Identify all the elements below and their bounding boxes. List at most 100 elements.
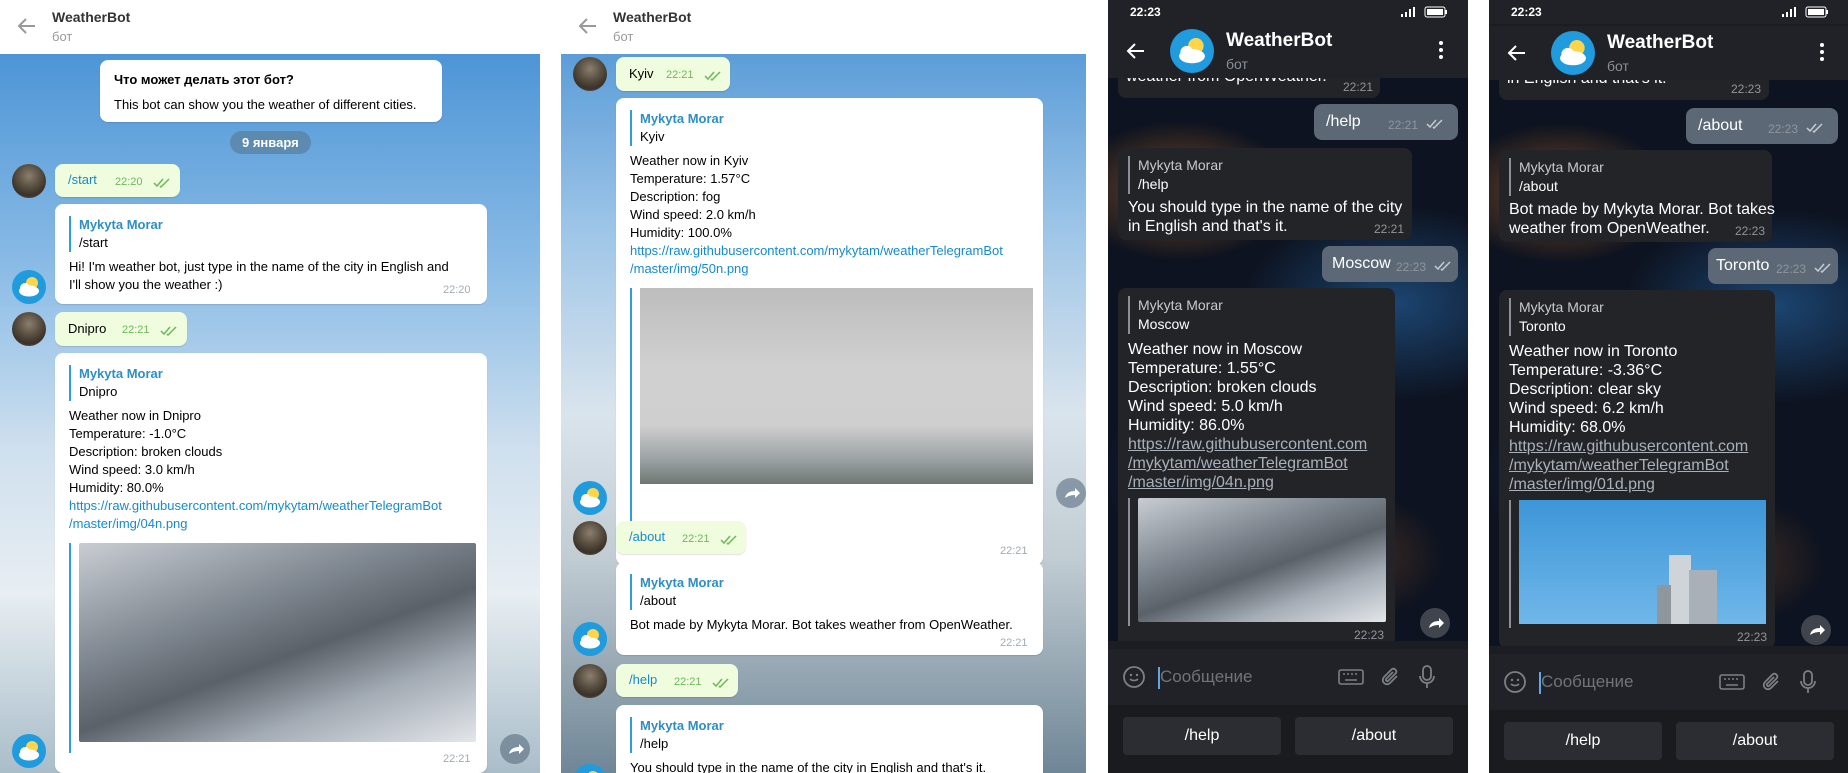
reply-author: Mykyta Morar xyxy=(1519,159,1604,175)
mobile-chat-panel-3: 22:23 WeatherBot бот weather from OpenWe… xyxy=(1108,0,1468,773)
weather-line: Wind speed: 6.2 km/h xyxy=(1509,400,1664,417)
image-link[interactable]: https://raw.githubusercontent.com xyxy=(1128,435,1367,454)
keyboard-button-about[interactable]: /about xyxy=(1676,722,1834,760)
weather-cloud-icon xyxy=(580,629,600,649)
bot-avatar[interactable] xyxy=(573,622,607,656)
microphone-icon[interactable] xyxy=(1799,669,1817,695)
attach-icon[interactable] xyxy=(1761,670,1783,694)
user-avatar[interactable] xyxy=(12,164,46,198)
image-link[interactable]: /mykytam/weatherTelegramBot xyxy=(1509,456,1748,475)
back-arrow-icon[interactable] xyxy=(576,14,600,38)
chat-title[interactable]: WeatherBot xyxy=(1607,32,1713,54)
attach-icon[interactable] xyxy=(1380,665,1402,689)
reply-author: Mykyta Morar xyxy=(1138,157,1223,173)
cloud-photo[interactable] xyxy=(79,543,476,742)
forward-button[interactable] xyxy=(500,734,530,764)
keyboard-button-help[interactable]: /help xyxy=(1504,722,1662,760)
weather-line: Temperature: 1.57°C xyxy=(630,171,751,186)
bot-avatar[interactable] xyxy=(1551,31,1595,75)
bot-message-fragment: in English and that's it. 22:23 xyxy=(1499,80,1769,100)
user-avatar[interactable] xyxy=(573,521,607,555)
image-link[interactable]: https://raw.githubusercontent.com/mykyta… xyxy=(630,242,1003,260)
message-text[interactable]: /about xyxy=(629,529,665,544)
keyboard-icon[interactable] xyxy=(1338,667,1364,687)
emoji-icon[interactable] xyxy=(1122,665,1146,689)
bot-avatar[interactable] xyxy=(1170,29,1214,73)
share-arrow-icon xyxy=(1429,618,1444,628)
back-arrow-icon[interactable] xyxy=(15,14,39,38)
image-link[interactable]: https://raw.githubusercontent.com xyxy=(1509,437,1748,456)
message-input[interactable]: Сообщение xyxy=(1541,672,1634,692)
reply-quote[interactable]: Mykyta Morar /help xyxy=(1128,156,1223,194)
cloud-photo[interactable] xyxy=(1138,498,1386,622)
reply-author: Mykyta Morar xyxy=(640,111,724,126)
bot-message-fragment: weather from OpenWeather. 22:21 xyxy=(1118,78,1380,98)
forward-button[interactable] xyxy=(1056,478,1086,508)
weather-line: Weather now in Dnipro xyxy=(69,408,201,423)
reply-quoted-text: Toronto xyxy=(1519,318,1566,334)
message-line: weather from OpenWeather. xyxy=(1126,78,1327,86)
image-link[interactable]: /master/img/50n.png xyxy=(630,260,1003,278)
image-link[interactable]: /mykytam/weatherTelegramBot xyxy=(1128,454,1367,473)
more-menu-icon[interactable] xyxy=(1819,41,1825,63)
read-checkmarks-icon xyxy=(153,178,170,188)
image-link[interactable]: /master/img/04n.png xyxy=(69,515,442,533)
bot-avatar[interactable] xyxy=(573,481,607,515)
user-message: /help 22:21 xyxy=(1314,104,1458,140)
reply-quote[interactable]: Mykyta Morar Dnipro xyxy=(69,365,163,401)
chat-title[interactable]: WeatherBot xyxy=(613,9,691,25)
weather-cloud-icon xyxy=(1179,38,1205,64)
keyboard-button-help[interactable]: /help xyxy=(1123,717,1281,755)
user-avatar[interactable] xyxy=(573,664,607,698)
preview-bar xyxy=(1128,498,1130,626)
sky-photo[interactable] xyxy=(1519,500,1766,624)
user-message: /help 22:21 xyxy=(616,664,738,697)
image-link[interactable]: /master/img/04n.png xyxy=(1128,473,1367,492)
weather-line: Description: broken clouds xyxy=(1128,379,1317,396)
bot-avatar[interactable] xyxy=(12,270,46,304)
status-clock: 22:23 xyxy=(1130,5,1161,19)
more-menu-icon[interactable] xyxy=(1438,39,1444,61)
bot-avatar[interactable] xyxy=(573,764,607,773)
bot-reply-message: Mykyta Morar /about Bot made by Mykyta M… xyxy=(616,562,1043,655)
message-time: 22:23 xyxy=(1737,630,1768,644)
reply-quote[interactable]: Mykyta Morar /about xyxy=(630,574,724,610)
image-link[interactable]: /master/img/01d.png xyxy=(1509,475,1748,494)
message-time: 22:21 xyxy=(1000,637,1028,649)
reply-quote[interactable]: Mykyta Morar /help xyxy=(630,717,724,753)
microphone-icon[interactable] xyxy=(1418,664,1436,690)
chat-title[interactable]: WeatherBot xyxy=(1226,30,1332,52)
share-arrow-icon xyxy=(1065,488,1080,498)
bot-reply-message: Mykyta Morar /help You should type in th… xyxy=(1118,148,1412,240)
fog-photo[interactable] xyxy=(640,288,1033,484)
back-arrow-icon[interactable] xyxy=(1505,41,1529,65)
reply-quote[interactable]: Mykyta Morar /about xyxy=(1509,158,1604,196)
message-time: 22:21 xyxy=(1388,118,1419,132)
reply-quoted-text: /start xyxy=(79,235,108,250)
chat-subtitle: бот xyxy=(1607,58,1629,74)
back-arrow-icon[interactable] xyxy=(1124,39,1148,63)
chat-title[interactable]: WeatherBot xyxy=(52,9,130,25)
bot-avatar[interactable] xyxy=(12,734,46,768)
message-input[interactable]: Сообщение xyxy=(1160,667,1253,687)
read-checkmarks-icon xyxy=(704,71,721,81)
forward-button[interactable] xyxy=(1420,608,1450,638)
reply-quote[interactable]: Mykyta Morar Toronto xyxy=(1509,298,1604,336)
message-text[interactable]: /start xyxy=(68,172,97,187)
keyboard-icon[interactable] xyxy=(1719,672,1745,692)
message-line: Bot made by Mykyta Morar. Bot takes xyxy=(1509,201,1775,218)
user-avatar[interactable] xyxy=(12,312,46,346)
message-text[interactable]: /help xyxy=(629,672,657,687)
keyboard-button-about[interactable]: /about xyxy=(1295,717,1453,755)
reply-quote[interactable]: Mykyta Morar Moscow xyxy=(1128,296,1223,334)
chat-background: weather from OpenWeather. 22:21 /help 22… xyxy=(1108,78,1468,641)
reply-quote[interactable]: Mykyta Morar /start xyxy=(69,216,163,252)
user-message: /start 22:20 xyxy=(55,164,180,197)
image-link[interactable]: https://raw.githubusercontent.com/mykyta… xyxy=(69,497,442,515)
reply-quoted-text: Dnipro xyxy=(79,384,118,399)
user-avatar[interactable] xyxy=(573,57,607,91)
reply-quote[interactable]: Mykyta Morar Kyiv xyxy=(630,110,724,146)
forward-button[interactable] xyxy=(1801,615,1831,645)
emoji-icon[interactable] xyxy=(1503,670,1527,694)
user-message: Moscow 22:23 xyxy=(1322,246,1458,282)
